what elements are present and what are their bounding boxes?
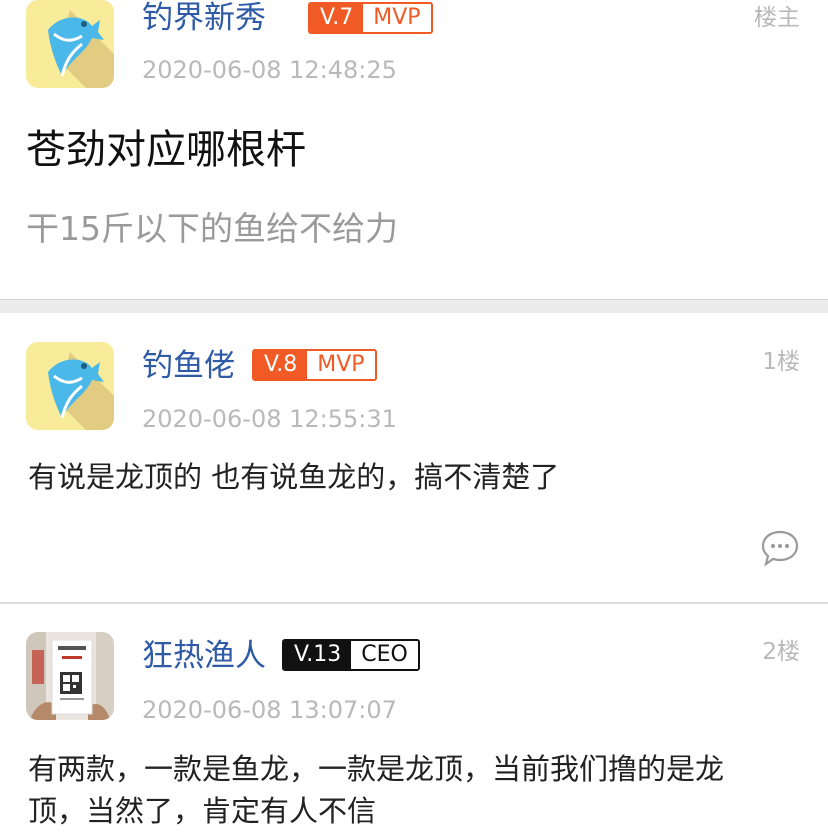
title-label: MVP [307,351,375,379]
reply1-avatar[interactable] [26,342,114,430]
op-floor-label: 楼主 [754,5,800,31]
fish-avatar-icon [26,342,114,430]
fish-avatar-icon [26,0,114,88]
level-label: V.7 [310,4,364,32]
reply1-username[interactable]: 钓鱼佬 [142,346,235,386]
title-label: MVP [363,4,431,32]
title-label: CEO [351,641,418,669]
reply1-timestamp: 2020-06-08 12:55:31 [142,405,397,433]
reply2-timestamp: 2020-06-08 13:07:07 [142,696,397,724]
reply1-floor-label: 1楼 [762,349,800,375]
reply2-avatar[interactable] [26,632,114,720]
reply2-text-line2: 顶，当然了，肯定有人不信 [28,794,377,828]
reply-divider [0,602,828,604]
level-label: V.8 [254,351,308,379]
reply2-text-line1: 有两款，一款是鱼龙，一款是龙顶，当前我们撸的是龙 [28,752,725,786]
section-divider [0,299,828,313]
reply2-floor-label: 2楼 [762,639,800,665]
comment-button[interactable] [760,528,800,568]
post-body: 干15斤以下的鱼给不给力 [26,209,398,248]
photo-avatar-icon [26,632,114,720]
reply1-level-badge: V.8 MVP [252,349,377,381]
op-timestamp: 2020-06-08 12:48:25 [142,56,397,84]
post-title: 苍劲对应哪根杆 [26,127,306,173]
reply2-username[interactable]: 狂热渔人 [142,636,266,676]
op-avatar[interactable] [26,0,114,88]
reply1-text: 有说是龙顶的 也有说鱼龙的，搞不清楚了 [28,460,560,494]
op-level-badge: V.7 MVP [308,2,433,34]
comment-bubble-icon [761,530,799,567]
reply2-level-badge: V.13 CEO [282,639,420,671]
op-username[interactable]: 钓界新秀 [142,0,266,38]
level-label: V.13 [284,641,352,669]
